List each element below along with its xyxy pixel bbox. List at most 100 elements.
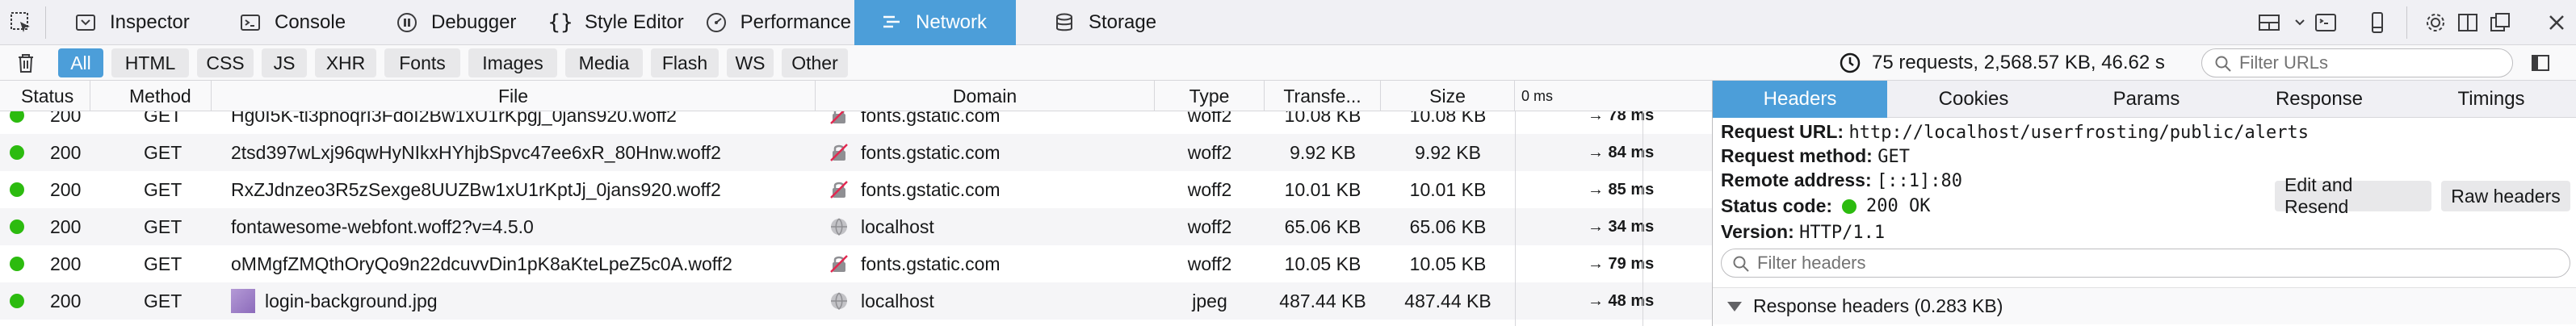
column-waterfall[interactable]: 0 ms <box>1515 81 1712 111</box>
type-cell: woff2 <box>1187 215 1232 237</box>
status-ok-dot-icon <box>10 145 24 160</box>
network-filter-bar: All HTML CSS JS XHR Fonts Images Media F… <box>0 45 2576 81</box>
request-method-label: Request method: <box>1721 145 1873 166</box>
filter-flash-button[interactable]: Flash <box>651 48 719 77</box>
close-icon[interactable] <box>2544 10 2570 36</box>
filter-urls-input[interactable]: Filter URLs <box>2201 48 2513 77</box>
settings-icon[interactable] <box>2423 10 2448 36</box>
filter-html-button[interactable]: HTML <box>111 48 189 77</box>
request-summary[interactable]: 75 requests, 2,568.57 KB, 46.62 s <box>1838 45 2165 81</box>
filter-all-button[interactable]: All <box>58 48 103 77</box>
remote-address-row: Remote address: [::1]:80 <box>1721 169 1962 191</box>
layout-icon[interactable] <box>2256 10 2282 36</box>
tab-params[interactable]: Params <box>2060 81 2233 118</box>
edit-and-resend-button[interactable]: Edit and Resend <box>2275 174 2431 217</box>
filter-other-button[interactable]: Other <box>782 48 848 77</box>
responsive-icon[interactable] <box>2364 10 2390 36</box>
response-headers-label: Response headers (0.283 KB) <box>1753 295 2003 316</box>
dock-side-icon[interactable] <box>2455 10 2481 36</box>
toolbar-divider <box>2406 6 2407 39</box>
search-icon <box>1733 256 1749 272</box>
separate-window-icon[interactable] <box>2487 10 2513 36</box>
tab-timings[interactable]: Timings <box>2406 81 2576 118</box>
filter-fonts-button[interactable]: Fonts <box>384 48 460 77</box>
toggle-sidebar-icon[interactable] <box>2528 50 2553 76</box>
file-name: oMMgfZMQthOryQo9n22dcuvvDin1pK8aKteLpeZ5… <box>231 253 732 274</box>
filter-ws-button[interactable]: WS <box>727 48 774 77</box>
file-cell: Hg0I5K-tl3pnoqrI3FdoI2Bw1xU1rKpgj_0jans9… <box>212 111 816 134</box>
raw-headers-button[interactable]: Raw headers <box>2441 181 2570 211</box>
tab-label: Storage <box>1089 11 1157 33</box>
status-cell: 200 <box>0 111 90 134</box>
column-file[interactable]: File <box>212 81 816 111</box>
status-cell: 200 <box>0 171 90 208</box>
column-size[interactable]: Size <box>1381 81 1515 111</box>
tab-headers[interactable]: Headers <box>1713 81 1887 118</box>
type-cell: jpeg <box>1192 290 1227 311</box>
tab-label: Inspector <box>110 11 190 33</box>
filter-images-button[interactable]: Images <box>468 48 557 77</box>
tab-inspector[interactable]: Inspector <box>57 0 215 45</box>
table-row[interactable]: 200 GET RxZJdnzeo3R5zSexge8UUZBw1xU1rKptJj… <box>0 171 1712 208</box>
summary-text: 75 requests, 2,568.57 KB, 46.62 s <box>1872 52 2165 73</box>
trash-icon[interactable] <box>13 50 39 76</box>
tab-style-editor[interactable]: {} Style Editor <box>536 0 698 45</box>
tab-performance[interactable]: Performance <box>701 0 851 45</box>
split-console-icon[interactable] <box>2313 10 2339 36</box>
tab-cookies[interactable]: Cookies <box>1887 81 2060 118</box>
domain-name: fonts.gstatic.com <box>861 111 1001 126</box>
method-cell: GET <box>144 215 183 237</box>
method-cell: GET <box>144 253 183 274</box>
tab-network[interactable]: Network <box>854 0 1016 45</box>
column-method[interactable]: Method <box>90 81 212 111</box>
status-code-label: Status code: <box>1721 195 1833 216</box>
domain-cell: fonts.gstatic.com <box>816 245 1155 282</box>
table-row[interactable]: 200 GET oMMgfZMQthOryQo9n22dcuvvDin1pK8aKt… <box>0 245 1712 282</box>
column-status[interactable]: Status <box>0 81 90 111</box>
status-cell: 200 <box>0 245 90 282</box>
table-row[interactable]: 200 GET Hg0I5K-tl3pnoqrI3FdoI2Bw1xU1rKpgj_… <box>0 111 1712 134</box>
filter-headers-placeholder: Filter headers <box>1757 253 1866 273</box>
filter-css-button[interactable]: CSS <box>197 48 254 77</box>
status-cell: 200 <box>0 282 90 320</box>
table-row[interactable]: 200 GET login-background.jpg localhost jpeg 4… <box>0 282 1712 320</box>
column-domain[interactable]: Domain <box>816 81 1155 111</box>
globe-icon <box>829 216 850 237</box>
domain-name: fonts.gstatic.com <box>861 253 1001 274</box>
size-cell: 65.06 KB <box>1409 215 1487 237</box>
type-cell: woff2 <box>1187 111 1232 126</box>
transferred-cell: 65.06 KB <box>1284 215 1361 237</box>
domain-name: fonts.gstatic.com <box>861 141 1001 163</box>
type-cell: woff2 <box>1187 141 1232 163</box>
chevron-down-icon[interactable] <box>2287 10 2313 36</box>
method-cell: GET <box>144 141 183 163</box>
column-type[interactable]: Type <box>1155 81 1265 111</box>
tab-response[interactable]: Response <box>2233 81 2406 118</box>
table-row[interactable]: 200 GET fontawesome-webfont.woff2?v=4.5.0 l… <box>0 208 1712 245</box>
filter-js-button[interactable]: JS <box>262 48 307 77</box>
column-transferred[interactable]: Transfe... <box>1265 81 1381 111</box>
size-cell: 487.44 KB <box>1404 290 1491 311</box>
filter-xhr-button[interactable]: XHR <box>315 48 376 77</box>
tab-label: Debugger <box>431 11 517 33</box>
table-row[interactable]: 200 GET 2tsd397wLxj96qwHyNIkxHYhjbSpvc47ee… <box>0 134 1712 171</box>
image-thumbnail <box>231 289 255 313</box>
waterfall-gridline <box>1515 111 1516 326</box>
response-headers-section[interactable]: Response headers (0.283 KB) <box>1713 287 2576 324</box>
element-picker-icon[interactable] <box>8 10 34 36</box>
request-url-value: http://localhost/userfrosting/public/ale… <box>1848 123 2309 143</box>
disclosure-triangle-icon <box>1727 301 1742 311</box>
tab-debugger[interactable]: Debugger <box>380 0 533 45</box>
status-code-row: Status code: 200 OK <box>1721 195 1931 217</box>
status-ok-dot-icon <box>10 257 24 271</box>
file-name: RxZJdnzeo3R5zSexge8UUZBw1xU1rKptJj_0jans… <box>231 178 721 200</box>
domain-cell: fonts.gstatic.com <box>816 171 1155 208</box>
status-ok-dot-icon <box>1842 199 1857 214</box>
tab-storage[interactable]: Storage <box>1019 0 1173 45</box>
size-cell: 10.05 KB <box>1409 253 1487 274</box>
file-cell: login-background.jpg <box>212 282 816 320</box>
filter-media-button[interactable]: Media <box>565 48 643 77</box>
devtools-toolbar: Inspector Console Debugger {} Style Edit… <box>0 0 2576 45</box>
filter-headers-input[interactable]: Filter headers <box>1721 249 2570 278</box>
tab-console[interactable]: Console <box>218 0 376 45</box>
